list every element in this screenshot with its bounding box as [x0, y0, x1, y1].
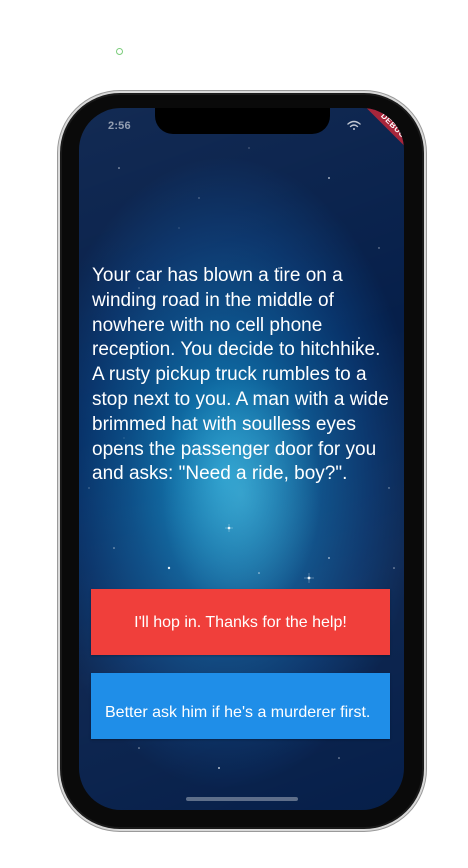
choice-1-button[interactable]: I'll hop in. Thanks for the help! — [91, 589, 390, 655]
choice-2-button[interactable]: Better ask him if he's a murderer first. — [91, 673, 390, 739]
story-text: Your car has blown a tire on a winding r… — [92, 265, 389, 485]
device-notch — [155, 108, 330, 134]
simulator-canvas: 2:56 DEBUG Your car has blown a tire on … — [0, 0, 468, 868]
stray-dot — [116, 48, 123, 55]
home-indicator[interactable] — [186, 797, 298, 801]
status-time: 2:56 — [108, 120, 131, 132]
